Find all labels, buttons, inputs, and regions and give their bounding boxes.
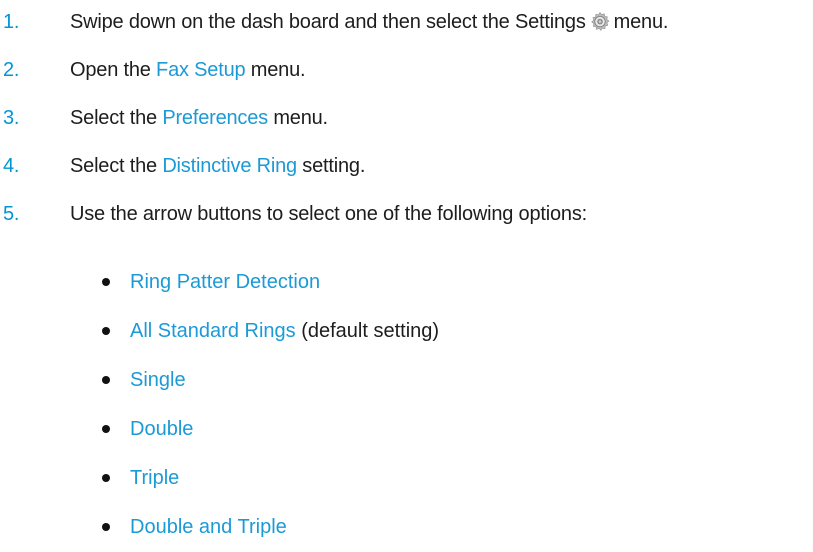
bullet-dot bbox=[102, 523, 110, 531]
option-item: Triple bbox=[0, 460, 813, 496]
bullet-dot bbox=[102, 474, 110, 482]
option-text: Double bbox=[130, 418, 193, 441]
step-2: 2. Open the Fax Setup menu. bbox=[0, 52, 813, 88]
step-text: Open the Fax Setup menu. bbox=[70, 58, 306, 82]
step-1: 1. Swipe down on the dash board and then… bbox=[0, 4, 813, 40]
option-label[interactable]: Triple bbox=[130, 467, 179, 489]
gear-icon bbox=[589, 11, 611, 33]
step-number: 1. bbox=[3, 10, 20, 33]
preferences-link[interactable]: Preferences bbox=[162, 107, 268, 130]
step-text-after: menu. bbox=[613, 10, 669, 33]
bullet-dot bbox=[102, 327, 110, 335]
step-text: Swipe down on the dash board and then se… bbox=[70, 11, 668, 34]
step-3: 3. Select the Preferences menu. bbox=[0, 100, 813, 136]
option-text: All Standard Rings (default setting) bbox=[130, 320, 439, 343]
bullet-dot bbox=[102, 278, 110, 286]
option-label[interactable]: Single bbox=[130, 369, 186, 391]
option-note: (default setting) bbox=[301, 319, 440, 342]
step-text-before: Select the bbox=[70, 154, 157, 177]
option-item: Ring Patter Detection bbox=[0, 264, 813, 300]
step-number: 2. bbox=[3, 58, 20, 81]
option-item: Double and Triple bbox=[0, 509, 813, 545]
option-text: Triple bbox=[130, 467, 179, 490]
option-label[interactable]: Double bbox=[130, 418, 193, 440]
step-number: 3. bbox=[3, 106, 20, 129]
instructions-document: 1. Swipe down on the dash board and then… bbox=[0, 0, 813, 552]
option-label[interactable]: Ring Patter Detection bbox=[130, 271, 320, 293]
step-text: Select the Distinctive Ring setting. bbox=[70, 155, 365, 178]
step-text-after: menu. bbox=[273, 106, 328, 129]
step-number: 4. bbox=[3, 154, 20, 177]
step-text-after: menu. bbox=[250, 58, 306, 81]
distinctive-ring-link[interactable]: Distinctive Ring bbox=[162, 155, 297, 178]
step-4: 4. Select the Distinctive Ring setting. bbox=[0, 148, 813, 184]
bullet-dot bbox=[102, 376, 110, 384]
step-text-before: Select the bbox=[70, 106, 157, 129]
option-text: Ring Patter Detection bbox=[130, 271, 320, 294]
option-text: Single bbox=[130, 369, 186, 392]
step-text-before: Open the bbox=[70, 58, 151, 81]
step-5: 5. Use the arrow buttons to select one o… bbox=[0, 196, 813, 232]
option-label[interactable]: Double and Triple bbox=[130, 516, 287, 538]
option-item: Single bbox=[0, 362, 813, 398]
bullet-dot bbox=[102, 425, 110, 433]
step-text-after: setting. bbox=[302, 154, 366, 177]
option-item: All Standard Rings (default setting) bbox=[0, 313, 813, 349]
option-item: Double bbox=[0, 411, 813, 447]
step-text: Use the arrow buttons to select one of t… bbox=[70, 203, 587, 226]
step-number: 5. bbox=[3, 202, 20, 225]
option-label[interactable]: All Standard Rings bbox=[130, 320, 296, 342]
fax-setup-link[interactable]: Fax Setup bbox=[156, 59, 246, 82]
option-text: Double and Triple bbox=[130, 516, 287, 539]
step-text-before: Swipe down on the dash board and then se… bbox=[70, 10, 586, 33]
step-text-before: Use the arrow buttons to select one of t… bbox=[70, 202, 587, 225]
step-text: Select the Preferences menu. bbox=[70, 107, 328, 130]
